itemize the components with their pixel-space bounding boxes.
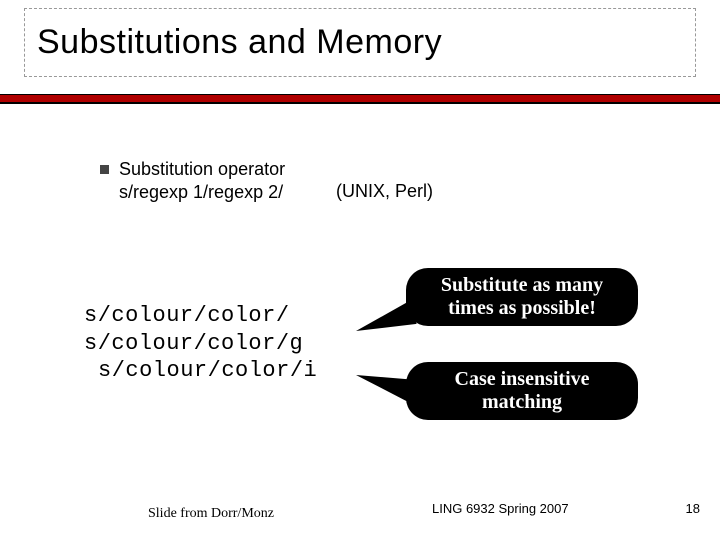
bullet-row: Substitution operator	[100, 158, 285, 181]
slide: Substitutions and Memory Substitution op…	[0, 0, 720, 540]
bullet-block: Substitution operator s/regexp 1/regexp …	[100, 158, 285, 205]
footer-page-number: 18	[686, 501, 700, 516]
code-block: s/colour/color/ s/colour/color/g s/colou…	[84, 302, 317, 385]
code-line-1: s/colour/color/	[84, 302, 317, 330]
code-line-2: s/colour/color/g	[84, 330, 317, 358]
footer-credit: Slide from Dorr/Monz	[148, 506, 274, 522]
title-box: Substitutions and Memory	[24, 8, 696, 77]
bullet-text-line1: Substitution operator	[119, 158, 285, 181]
callout-case-insensitive: Case insensitive matching	[406, 362, 638, 420]
callout-text-1: Substitute as many times as possible!	[424, 274, 620, 320]
bullet-text-line2: s/regexp 1/regexp 2/	[119, 181, 285, 204]
callout-substitute-many: Substitute as many times as possible!	[406, 268, 638, 326]
code-line-3: s/colour/color/i	[98, 357, 317, 385]
callout-text-2: Case insensitive matching	[424, 368, 620, 414]
divider-bar	[0, 94, 720, 104]
footer-course: LING 6932 Spring 2007	[432, 501, 569, 516]
bullet-annotation: (UNIX, Perl)	[336, 181, 433, 202]
slide-title: Substitutions and Memory	[37, 23, 683, 62]
square-bullet-icon	[100, 165, 109, 174]
